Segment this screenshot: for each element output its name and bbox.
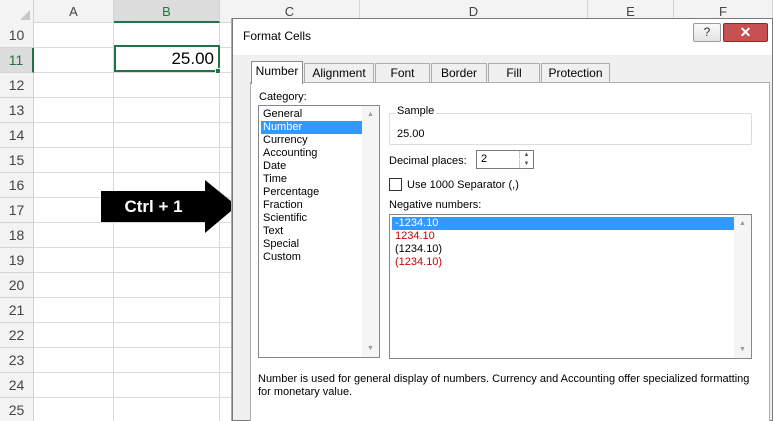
- negative-option-red[interactable]: 1234.10: [392, 230, 735, 243]
- row-header-13[interactable]: 13: [0, 98, 34, 123]
- row-header-10[interactable]: 10: [0, 23, 34, 48]
- scroll-up-icon[interactable]: ▲: [362, 106, 379, 123]
- category-item-scientific[interactable]: Scientific: [261, 212, 362, 225]
- tab-border[interactable]: Border: [431, 63, 487, 83]
- tab-alignment[interactable]: Alignment: [304, 63, 374, 83]
- row-header-17[interactable]: 17: [0, 198, 34, 223]
- category-item-fraction[interactable]: Fraction: [261, 199, 362, 212]
- row-header-21[interactable]: 21: [0, 298, 34, 323]
- category-item-custom[interactable]: Custom: [261, 251, 362, 264]
- row-header-16[interactable]: 16: [0, 173, 34, 198]
- negative-numbers-label: Negative numbers:: [389, 199, 482, 211]
- sample-label: Sample: [395, 105, 437, 117]
- category-item-accounting[interactable]: Accounting: [261, 147, 362, 160]
- row-header-18[interactable]: 18: [0, 223, 34, 248]
- select-all-corner[interactable]: [0, 0, 34, 23]
- tab-font[interactable]: Font: [375, 63, 430, 83]
- negative-option-parens[interactable]: (1234.10): [392, 243, 735, 256]
- negative-numbers-scrollbar[interactable]: ▲ ▼: [734, 215, 751, 358]
- row-header-11[interactable]: 11: [0, 48, 34, 73]
- scroll-up-icon[interactable]: ▲: [734, 215, 751, 232]
- use-separator-label[interactable]: Use 1000 Separator (,): [407, 179, 519, 191]
- sample-group: [389, 113, 752, 145]
- category-item-date[interactable]: Date: [261, 160, 362, 173]
- row-header-25[interactable]: 25: [0, 398, 34, 421]
- category-item-currency[interactable]: Currency: [261, 134, 362, 147]
- decimal-places-value: 2: [481, 153, 488, 165]
- row-header-12[interactable]: 12: [0, 73, 34, 98]
- row-header-19[interactable]: 19: [0, 248, 34, 273]
- close-button[interactable]: ✕: [723, 23, 768, 42]
- category-item-percentage[interactable]: Percentage: [261, 186, 362, 199]
- category-label: Category:: [259, 91, 307, 103]
- category-scrollbar[interactable]: ▲ ▼: [362, 106, 379, 357]
- tab-number[interactable]: Number: [251, 61, 303, 84]
- category-item-text[interactable]: Text: [261, 225, 362, 238]
- sample-value: 25.00: [397, 128, 425, 140]
- spin-down-icon[interactable]: ▼: [519, 160, 533, 168]
- dialog-title-bar[interactable]: Format Cells ? ✕: [233, 19, 772, 55]
- spin-up-icon[interactable]: ▲: [519, 151, 533, 159]
- shortcut-arrow: Ctrl + 1: [101, 180, 238, 233]
- negative-option-red-parens[interactable]: (1234.10): [392, 256, 735, 269]
- row-header-14[interactable]: 14: [0, 123, 34, 148]
- format-cells-dialog: Format Cells ? ✕ Number Alignment Font B…: [232, 18, 773, 421]
- help-button[interactable]: ?: [693, 23, 721, 42]
- cell-b11[interactable]: 25.00: [114, 45, 220, 72]
- column-header-a[interactable]: A: [34, 0, 114, 23]
- category-item-general[interactable]: General: [261, 108, 362, 121]
- shortcut-label: Ctrl + 1: [124, 197, 183, 216]
- tab-fill[interactable]: Fill: [488, 63, 540, 83]
- scroll-down-icon[interactable]: ▼: [362, 340, 379, 357]
- row-header-23[interactable]: 23: [0, 348, 34, 373]
- scroll-down-icon[interactable]: ▼: [734, 341, 751, 358]
- category-item-number[interactable]: Number: [261, 121, 362, 134]
- dialog-title: Format Cells: [243, 29, 312, 43]
- decimal-places-stepper[interactable]: 2 ▲ ▼: [476, 150, 534, 169]
- tab-protection[interactable]: Protection: [541, 63, 610, 83]
- negative-option-minus[interactable]: -1234.10: [392, 217, 735, 230]
- row-header-20[interactable]: 20: [0, 273, 34, 298]
- fill-handle[interactable]: [215, 68, 221, 74]
- decimal-places-label: Decimal places:: [389, 155, 467, 167]
- category-item-special[interactable]: Special: [261, 238, 362, 251]
- category-list[interactable]: General Number Currency Accounting Date …: [258, 105, 380, 358]
- negative-numbers-list[interactable]: -1234.10 1234.10 (1234.10) (1234.10) ▲ ▼: [389, 214, 752, 359]
- column-header-b[interactable]: B: [114, 0, 220, 23]
- row-header-24[interactable]: 24: [0, 373, 34, 398]
- category-description: Number is used for general display of nu…: [258, 373, 750, 398]
- number-tab-panel: Category: General Number Currency Accoun…: [250, 82, 770, 421]
- row-header-15[interactable]: 15: [0, 148, 34, 173]
- category-item-time[interactable]: Time: [261, 173, 362, 186]
- row-header-22[interactable]: 22: [0, 323, 34, 348]
- use-separator-checkbox[interactable]: [389, 178, 402, 191]
